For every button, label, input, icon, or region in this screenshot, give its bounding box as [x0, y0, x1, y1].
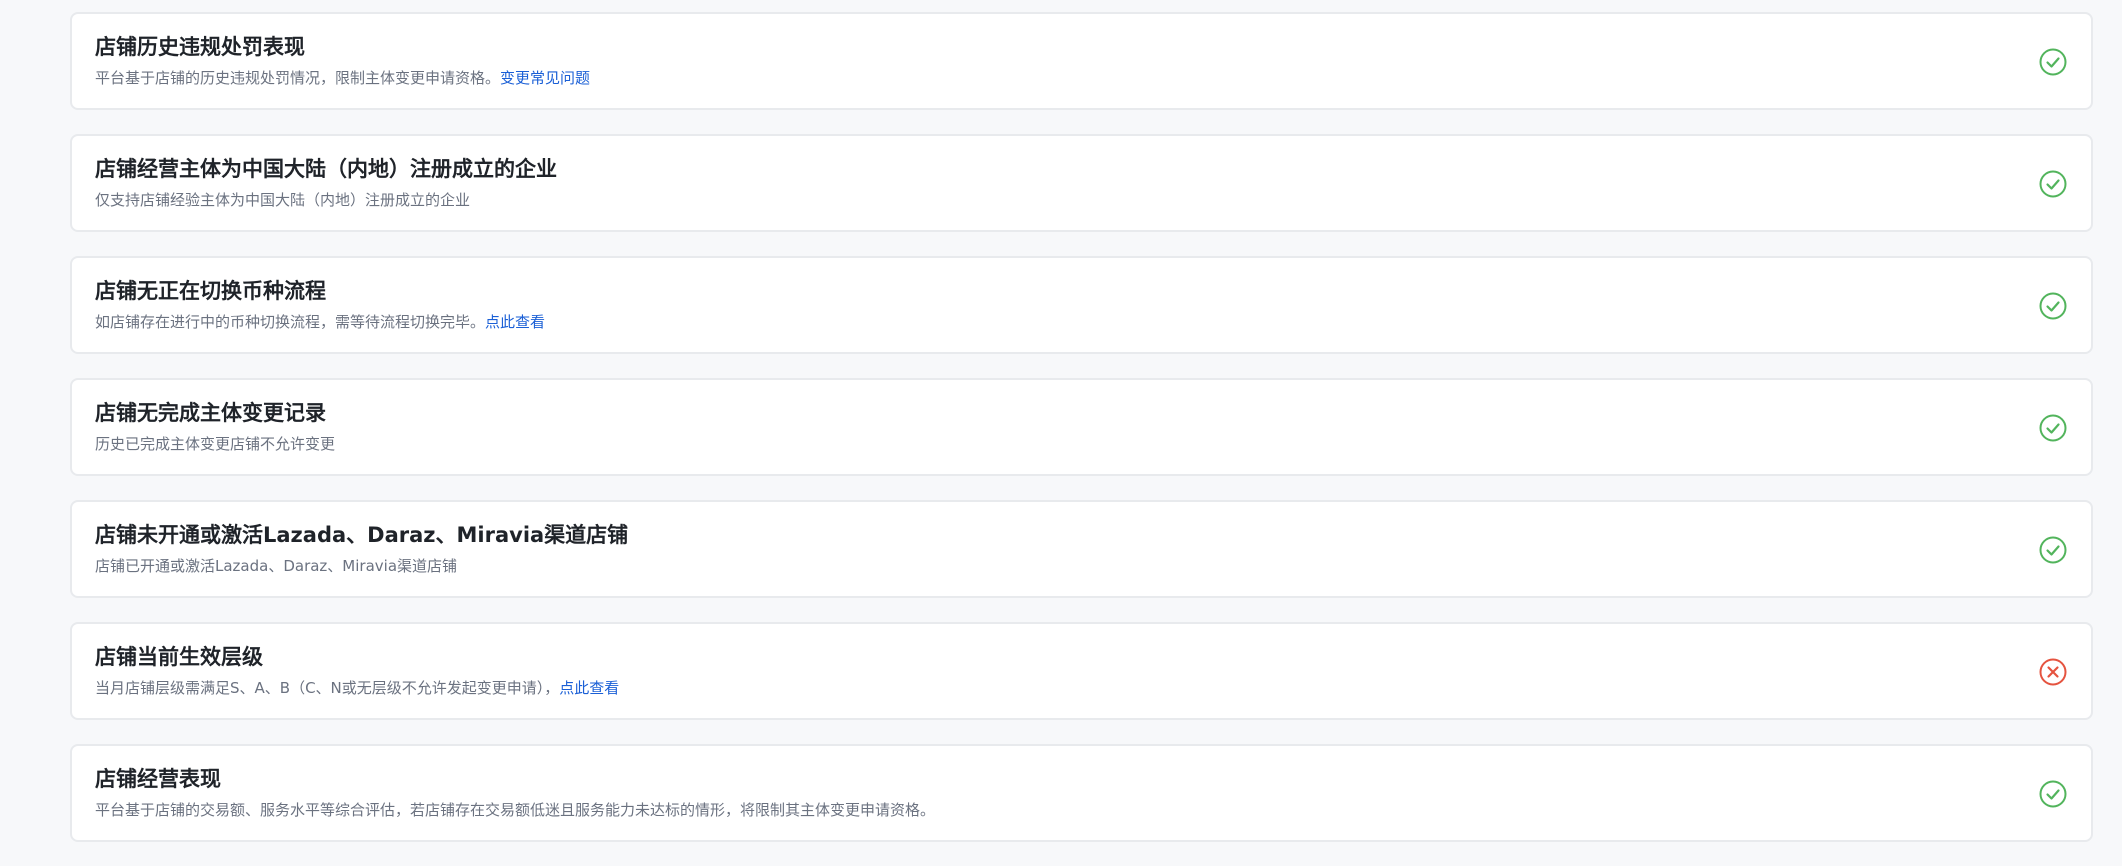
- requirement-text: 店铺未开通或激活Lazada、Daraz、Miravia渠道店铺 店铺已开通或激…: [95, 520, 1971, 577]
- requirement-text: 店铺当前生效层级 当月店铺层级需满足S、A、B（C、N或无层级不允许发起变更申请…: [95, 642, 1971, 699]
- requirement-description: 仅支持店铺经验主体为中国大陆（内地）注册成立的企业: [95, 191, 471, 209]
- requirement-card-violation-history: 店铺历史违规处罚表现 平台基于店铺的历史违规处罚情况，限制主体变更申请资格。变更…: [70, 12, 2093, 110]
- requirement-description: 当月店铺层级需满足S、A、B（C、N或无层级不允许发起变更申请），: [95, 679, 560, 697]
- requirement-description: 平台基于店铺的交易额、服务水平等综合评估，若店铺存在交易额低迷且服务能力未达标的…: [95, 801, 936, 819]
- requirement-title: 店铺未开通或激活Lazada、Daraz、Miravia渠道店铺: [95, 523, 629, 547]
- requirement-description: 平台基于店铺的历史违规处罚情况，限制主体变更申请资格。: [95, 69, 501, 87]
- requirement-card-business-performance: 店铺经营表现 平台基于店铺的交易额、服务水平等综合评估，若店铺存在交易额低迷且服…: [70, 744, 2093, 842]
- requirement-title: 店铺经营主体为中国大陆（内地）注册成立的企业: [95, 157, 557, 181]
- requirement-title: 店铺经营表现: [95, 767, 221, 791]
- requirement-card-mainland-entity: 店铺经营主体为中国大陆（内地）注册成立的企业 仅支持店铺经验主体为中国大陆（内地…: [70, 134, 2093, 232]
- requirement-card-entity-change-record: 店铺无完成主体变更记录 历史已完成主体变更店铺不允许变更: [70, 378, 2093, 476]
- faq-link[interactable]: 变更常见问题: [500, 69, 590, 87]
- check-circle-icon: [2038, 291, 2068, 321]
- requirement-description-line: 当月店铺层级需满足S、A、B（C、N或无层级不允许发起变更申请），点此查看: [95, 677, 1971, 699]
- requirement-card-currency-switch: 店铺无正在切换币种流程 如店铺存在进行中的币种切换流程，需等待流程切换完毕。点此…: [70, 256, 2093, 354]
- requirement-text: 店铺历史违规处罚表现 平台基于店铺的历史违规处罚情况，限制主体变更申请资格。变更…: [95, 32, 1971, 89]
- requirement-list: 店铺历史违规处罚表现 平台基于店铺的历史违规处罚情况，限制主体变更申请资格。变更…: [70, 12, 2093, 866]
- requirement-description: 如店铺存在进行中的币种切换流程，需等待流程切换完毕。: [95, 313, 486, 331]
- requirement-text: 店铺无正在切换币种流程 如店铺存在进行中的币种切换流程，需等待流程切换完毕。点此…: [95, 276, 1971, 333]
- check-circle-icon: [2038, 47, 2068, 77]
- requirement-title: 店铺当前生效层级: [95, 645, 263, 669]
- requirement-card-store-tier: 店铺当前生效层级 当月店铺层级需满足S、A、B（C、N或无层级不允许发起变更申请…: [70, 622, 2093, 720]
- requirement-description-line: 平台基于店铺的历史违规处罚情况，限制主体变更申请资格。变更常见问题: [95, 67, 1971, 89]
- check-circle-icon: [2038, 535, 2068, 565]
- requirement-title: 店铺历史违规处罚表现: [95, 35, 305, 59]
- requirement-description-line: 平台基于店铺的交易额、服务水平等综合评估，若店铺存在交易额低迷且服务能力未达标的…: [95, 799, 1971, 821]
- requirement-description-line: 如店铺存在进行中的币种切换流程，需等待流程切换完毕。点此查看: [95, 311, 1971, 333]
- requirement-card-channel-stores: 店铺未开通或激活Lazada、Daraz、Miravia渠道店铺 店铺已开通或激…: [70, 500, 2093, 598]
- view-details-link[interactable]: 点此查看: [559, 679, 619, 697]
- requirement-description-line: 店铺已开通或激活Lazada、Daraz、Miravia渠道店铺: [95, 555, 1971, 577]
- check-circle-icon: [2038, 779, 2068, 809]
- check-circle-icon: [2038, 169, 2068, 199]
- requirement-description: 历史已完成主体变更店铺不允许变更: [95, 435, 336, 453]
- requirement-description: 店铺已开通或激活Lazada、Daraz、Miravia渠道店铺: [95, 557, 458, 575]
- x-circle-icon: [2038, 657, 2068, 687]
- requirement-description-line: 仅支持店铺经验主体为中国大陆（内地）注册成立的企业: [95, 189, 1971, 211]
- requirement-text: 店铺无完成主体变更记录 历史已完成主体变更店铺不允许变更: [95, 398, 1971, 455]
- requirement-description-line: 历史已完成主体变更店铺不允许变更: [95, 433, 1971, 455]
- requirement-text: 店铺经营主体为中国大陆（内地）注册成立的企业 仅支持店铺经验主体为中国大陆（内地…: [95, 154, 1971, 211]
- requirement-text: 店铺经营表现 平台基于店铺的交易额、服务水平等综合评估，若店铺存在交易额低迷且服…: [95, 764, 1971, 821]
- requirement-title: 店铺无正在切换币种流程: [95, 279, 326, 303]
- check-circle-icon: [2038, 413, 2068, 443]
- requirement-title: 店铺无完成主体变更记录: [95, 401, 326, 425]
- view-details-link[interactable]: 点此查看: [485, 313, 545, 331]
